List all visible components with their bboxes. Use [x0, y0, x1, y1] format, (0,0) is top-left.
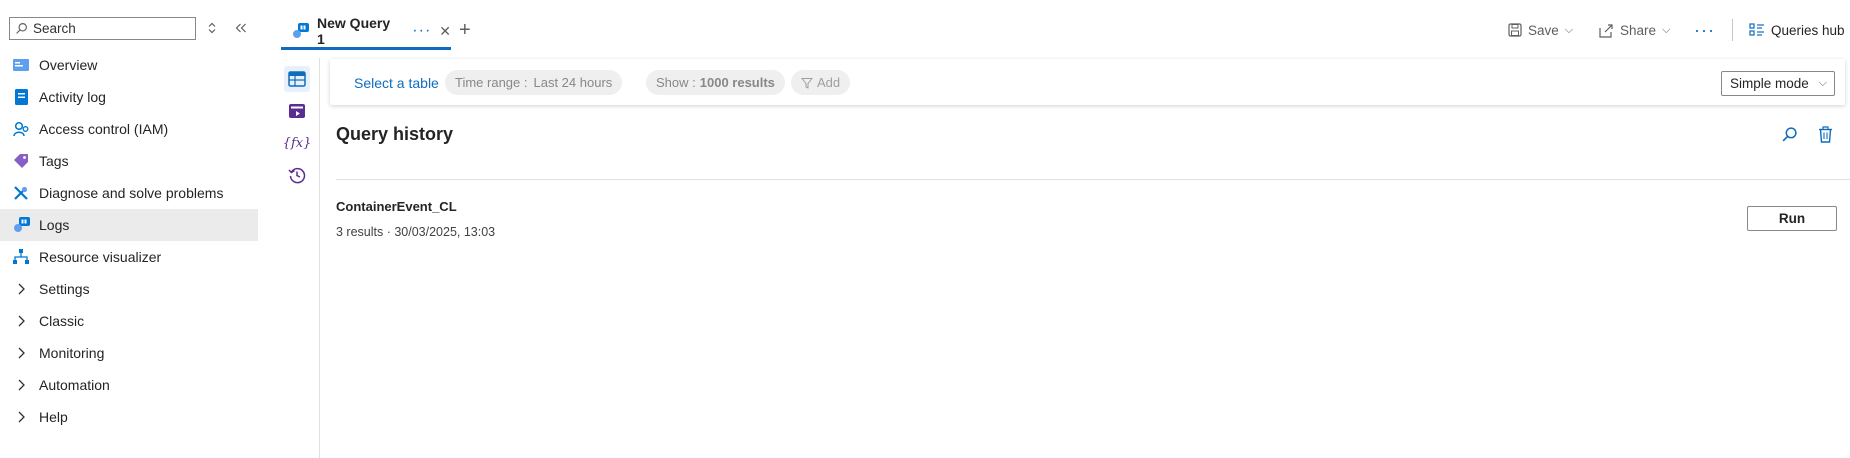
sidebar-item-overview[interactable]: Overview — [0, 49, 258, 81]
run-button[interactable]: Run — [1747, 206, 1837, 231]
time-range-pill[interactable]: Time range : Last 24 hours — [445, 70, 623, 95]
sidebar-item-activity-log[interactable]: Activity log — [0, 81, 258, 113]
chevron-down-icon: ⌵ — [1564, 23, 1574, 36]
delete-history-icon[interactable] — [1814, 123, 1836, 145]
sidebar-item-label: Classic — [39, 313, 85, 329]
sidebar-item-label: Overview — [39, 57, 98, 73]
sidebar-group-classic[interactable]: Classic — [0, 305, 258, 337]
queries-hub-icon — [1749, 23, 1764, 36]
logs-query-icon — [292, 23, 309, 39]
show-value: 1000 results — [699, 75, 775, 90]
menu-list: Overview Activity log Access control (IA… — [0, 49, 258, 433]
show-results-pill[interactable]: Show : 1000 results — [646, 70, 785, 95]
overview-icon — [12, 56, 30, 74]
queries-hub-button[interactable]: Queries hub — [1749, 20, 1845, 40]
sidebar-item-access-control[interactable]: Access control (IAM) — [0, 113, 258, 145]
chevron-right-icon — [12, 408, 30, 426]
time-range-value: Last 24 hours — [533, 75, 613, 90]
menu-search-input[interactable]: Search — [9, 17, 196, 40]
share-button[interactable]: Share ⌵ — [1599, 20, 1670, 40]
sidebar-group-automation[interactable]: Automation — [0, 369, 258, 401]
show-label: Show : — [656, 75, 696, 90]
sidebar-group-settings[interactable]: Settings — [0, 273, 258, 305]
close-icon[interactable]: ✕ — [439, 23, 451, 40]
chevron-right-icon — [12, 376, 30, 394]
sidebar-item-label: Help — [39, 409, 68, 425]
save-label: Save — [1528, 22, 1559, 38]
sidebar-item-resource-visualizer[interactable]: Resource visualizer — [0, 241, 258, 273]
wrench-icon — [12, 184, 30, 202]
select-table-link[interactable]: Select a table — [354, 75, 439, 91]
tab-new-query-1[interactable]: New Query 1 ··· ✕ — [281, 15, 451, 50]
chevron-right-icon — [12, 280, 30, 298]
save-icon — [1508, 23, 1522, 37]
search-placeholder: Search — [33, 21, 76, 36]
sidebar-item-label: Access control (IAM) — [39, 121, 169, 137]
resource-menu: Search Overview Activity log Access cont… — [0, 0, 258, 458]
share-icon — [1599, 23, 1613, 38]
history-entry-meta: 3 results · 30/03/2025, 13:03 — [336, 225, 496, 239]
tables-icon[interactable] — [284, 66, 310, 92]
sidebar-item-logs[interactable]: Logs — [0, 209, 258, 241]
queries-hub-label: Queries hub — [1771, 22, 1845, 38]
share-label: Share — [1620, 22, 1657, 38]
sidebar-item-label: Tags — [39, 153, 69, 169]
query-bar: Select a table Time range : Last 24 hour… — [330, 59, 1845, 105]
sidebar-group-help[interactable]: Help — [0, 401, 258, 433]
collapse-menu-icon[interactable] — [232, 19, 250, 37]
sidebar-item-diagnose[interactable]: Diagnose and solve problems — [0, 177, 258, 209]
add-tab-icon[interactable]: + — [459, 19, 471, 42]
search-icon — [16, 23, 27, 34]
toolbar-divider — [1732, 19, 1733, 41]
more-icon[interactable]: ··· — [412, 22, 431, 40]
search-history-icon[interactable] — [1778, 123, 1800, 145]
mode-value: Simple mode — [1730, 76, 1809, 91]
filter-icon — [801, 77, 813, 89]
chevron-right-icon — [12, 312, 30, 330]
iam-icon — [12, 120, 30, 138]
sidebar-item-label: Settings — [39, 281, 90, 297]
chevron-down-icon: ⌵ — [1818, 77, 1827, 89]
resource-visualizer-icon — [12, 248, 30, 266]
history-entry-name[interactable]: ContainerEvent_CL — [336, 199, 457, 214]
sort-icon[interactable] — [203, 19, 221, 37]
queries-icon[interactable] — [284, 98, 310, 124]
add-filter-pill[interactable]: Add — [791, 70, 851, 95]
history-divider — [336, 179, 1850, 180]
tab-title: New Query 1 — [317, 15, 391, 47]
chevron-down-icon: ⌵ — [1662, 23, 1671, 36]
tag-icon — [12, 152, 30, 170]
sidebar-item-label: Resource visualizer — [39, 249, 162, 265]
chevron-right-icon — [12, 344, 30, 362]
time-range-label: Time range : — [455, 75, 528, 90]
add-label: Add — [817, 75, 841, 90]
sidebar-item-label: Diagnose and solve problems — [39, 185, 224, 201]
activity-log-icon — [12, 88, 30, 106]
save-button[interactable]: Save ⌵ — [1508, 20, 1573, 40]
sidebar-item-label: Monitoring — [39, 345, 105, 361]
mode-dropdown[interactable]: Simple mode ⌵ — [1721, 71, 1835, 96]
panel-divider — [319, 58, 320, 458]
logs-icon — [12, 216, 30, 234]
sidebar-group-monitoring[interactable]: Monitoring — [0, 337, 258, 369]
functions-icon[interactable]: {fx} — [283, 130, 312, 156]
more-options-icon[interactable]: ··· — [1694, 20, 1715, 40]
sidebar-item-label: Logs — [39, 217, 70, 233]
query-history-title: Query history — [336, 124, 454, 144]
sidebar-item-label: Activity log — [39, 89, 106, 105]
history-icon[interactable] — [284, 162, 310, 188]
sidebar-item-label: Automation — [39, 377, 110, 393]
sidebar-item-tags[interactable]: Tags — [0, 145, 258, 177]
